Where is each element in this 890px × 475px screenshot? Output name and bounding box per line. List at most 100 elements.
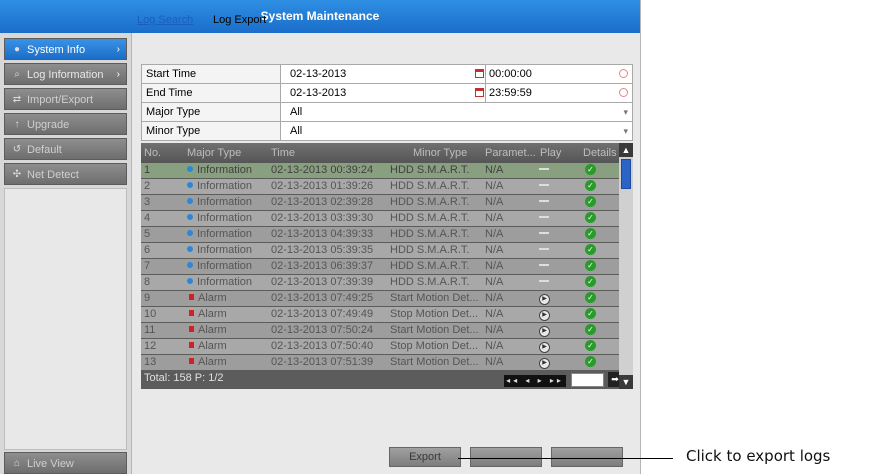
- check-icon[interactable]: ✓: [585, 212, 596, 223]
- table-row[interactable]: 5 Information 02-13-2013 04:39:33 HDD S.M.A…: [141, 227, 619, 243]
- export-button[interactable]: Export: [389, 447, 461, 467]
- table-row[interactable]: 12 Alarm 02-13-2013 07:50:40 Stop Motion De…: [141, 339, 619, 355]
- play-icon[interactable]: ▶: [539, 326, 550, 337]
- cell-major-type: Alarm: [187, 307, 265, 322]
- cell-play[interactable]: ▶: [539, 323, 559, 338]
- column-header-details[interactable]: Details: [583, 143, 617, 163]
- cell-details[interactable]: ✓: [585, 355, 605, 370]
- column-header-play[interactable]: Play: [540, 143, 561, 163]
- check-icon[interactable]: ✓: [585, 324, 596, 335]
- table-row[interactable]: 6 Information 02-13-2013 05:39:35 HDD S.M.A…: [141, 243, 619, 259]
- scroll-up-icon[interactable]: ▲: [619, 143, 633, 157]
- cell-details[interactable]: ✓: [585, 195, 605, 210]
- sidebar-item-default[interactable]: ↺ Default: [4, 138, 127, 160]
- cell-details[interactable]: ✓: [585, 227, 605, 242]
- cell-play[interactable]: [539, 243, 559, 258]
- cell-play[interactable]: [539, 227, 559, 242]
- cell-parameter: N/A: [485, 196, 504, 208]
- check-icon[interactable]: ✓: [585, 196, 596, 207]
- cell-play[interactable]: [539, 163, 559, 178]
- column-header-no[interactable]: No.: [144, 143, 161, 163]
- play-icon[interactable]: ▶: [539, 358, 550, 369]
- column-header-major-type[interactable]: Major Type: [187, 143, 241, 163]
- sidebar-item-import-export[interactable]: ⇄ Import/Export: [4, 88, 127, 110]
- table-row[interactable]: 7 Information 02-13-2013 06:39:37 HDD S.M.A…: [141, 259, 619, 275]
- sidebar-item-system-info[interactable]: ● System Info ›: [4, 38, 127, 60]
- play-icon[interactable]: ▶: [539, 294, 550, 305]
- major-type-select[interactable]: All: [290, 103, 302, 121]
- clock-icon[interactable]: [619, 88, 628, 97]
- end-date-field[interactable]: 02-13-2013: [290, 84, 346, 102]
- check-icon[interactable]: ✓: [585, 356, 596, 367]
- sidebar-item-log-information[interactable]: ⌕ Log Information ›: [4, 63, 127, 85]
- cell-details[interactable]: ✓: [585, 259, 605, 274]
- cell-play[interactable]: [539, 275, 559, 290]
- scroll-thumb[interactable]: [621, 159, 631, 189]
- sidebar-item-upgrade[interactable]: ↑ Upgrade: [4, 113, 127, 135]
- calendar-icon[interactable]: [475, 69, 484, 78]
- live-view-button[interactable]: ⌂ Live View: [4, 452, 127, 474]
- cell-play[interactable]: ▶: [539, 307, 559, 322]
- check-icon[interactable]: ✓: [585, 180, 596, 191]
- table-row[interactable]: 9 Alarm 02-13-2013 07:49:25 Start Motion De…: [141, 291, 619, 307]
- tab-log-search[interactable]: Log Search: [137, 14, 193, 26]
- column-header-parameter[interactable]: Paramet...: [485, 143, 536, 163]
- cell-details[interactable]: ✓: [585, 307, 605, 322]
- pagination-controls[interactable]: ◂◂ ◂ ▸ ▸▸: [504, 375, 566, 387]
- check-icon[interactable]: ✓: [585, 276, 596, 287]
- cell-details[interactable]: ✓: [585, 291, 605, 306]
- page-number-input[interactable]: [571, 373, 604, 387]
- dash-icon: [539, 280, 549, 282]
- cell-play[interactable]: ▶: [539, 339, 559, 354]
- info-icon: [187, 214, 193, 220]
- cell-play[interactable]: ▶: [539, 291, 559, 306]
- cell-play[interactable]: [539, 195, 559, 210]
- cell-details[interactable]: ✓: [585, 163, 605, 178]
- table-row[interactable]: 2 Information 02-13-2013 01:39:26 HDD S.M.A…: [141, 179, 619, 195]
- table-row[interactable]: 3 Information 02-13-2013 02:39:28 HDD S.M.A…: [141, 195, 619, 211]
- check-icon[interactable]: ✓: [585, 244, 596, 255]
- table-row[interactable]: 1 Information 02-13-2013 00:39:24 HDD S.M.A…: [141, 163, 619, 179]
- clock-icon[interactable]: [619, 69, 628, 78]
- minor-type-select[interactable]: All: [290, 122, 302, 140]
- column-header-time[interactable]: Time: [271, 143, 295, 163]
- vertical-scrollbar[interactable]: ▲ ▼: [619, 143, 633, 389]
- check-icon[interactable]: ✓: [585, 292, 596, 303]
- check-icon[interactable]: ✓: [585, 260, 596, 271]
- start-time-row: Start Time 02-13-2013 00:00:00: [141, 64, 633, 83]
- start-date-field[interactable]: 02-13-2013: [290, 65, 346, 83]
- sidebar-item-net-detect[interactable]: ✣ Net Detect: [4, 163, 127, 185]
- cell-details[interactable]: ✓: [585, 243, 605, 258]
- table-row[interactable]: 8 Information 02-13-2013 07:39:39 HDD S.M.A…: [141, 275, 619, 291]
- cell-details[interactable]: ✓: [585, 323, 605, 338]
- table-row[interactable]: 13 Alarm 02-13-2013 07:51:39 Start Motion D…: [141, 355, 619, 371]
- check-icon[interactable]: ✓: [585, 228, 596, 239]
- end-time-field[interactable]: 23:59:59: [489, 84, 532, 102]
- cell-play[interactable]: [539, 179, 559, 194]
- table-row[interactable]: 11 Alarm 02-13-2013 07:50:24 Start Motion D…: [141, 323, 619, 339]
- cell-play[interactable]: ▶: [539, 355, 559, 370]
- start-time-field[interactable]: 00:00:00: [489, 65, 532, 83]
- cell-details[interactable]: ✓: [585, 179, 605, 194]
- tab-log-export[interactable]: Log Export: [213, 14, 266, 26]
- chevron-down-icon[interactable]: ▾: [623, 122, 628, 140]
- column-header-minor-type[interactable]: Minor Type: [413, 143, 467, 163]
- secondary-button[interactable]: [470, 447, 542, 467]
- cell-play[interactable]: [539, 259, 559, 274]
- scroll-down-icon[interactable]: ▼: [619, 375, 633, 389]
- cell-play[interactable]: [539, 211, 559, 226]
- play-icon[interactable]: ▶: [539, 342, 550, 353]
- cell-details[interactable]: ✓: [585, 275, 605, 290]
- calendar-icon[interactable]: [475, 88, 484, 97]
- play-icon[interactable]: ▶: [539, 310, 550, 321]
- check-icon[interactable]: ✓: [585, 340, 596, 351]
- table-row[interactable]: 10 Alarm 02-13-2013 07:49:49 Stop Motion De…: [141, 307, 619, 323]
- cancel-button[interactable]: [551, 447, 623, 467]
- check-icon[interactable]: ✓: [585, 164, 596, 175]
- dash-icon: [539, 232, 549, 234]
- check-icon[interactable]: ✓: [585, 308, 596, 319]
- cell-details[interactable]: ✓: [585, 211, 605, 226]
- table-row[interactable]: 4 Information 02-13-2013 03:39:30 HDD S.M.A…: [141, 211, 619, 227]
- chevron-down-icon[interactable]: ▾: [623, 103, 628, 121]
- cell-details[interactable]: ✓: [585, 339, 605, 354]
